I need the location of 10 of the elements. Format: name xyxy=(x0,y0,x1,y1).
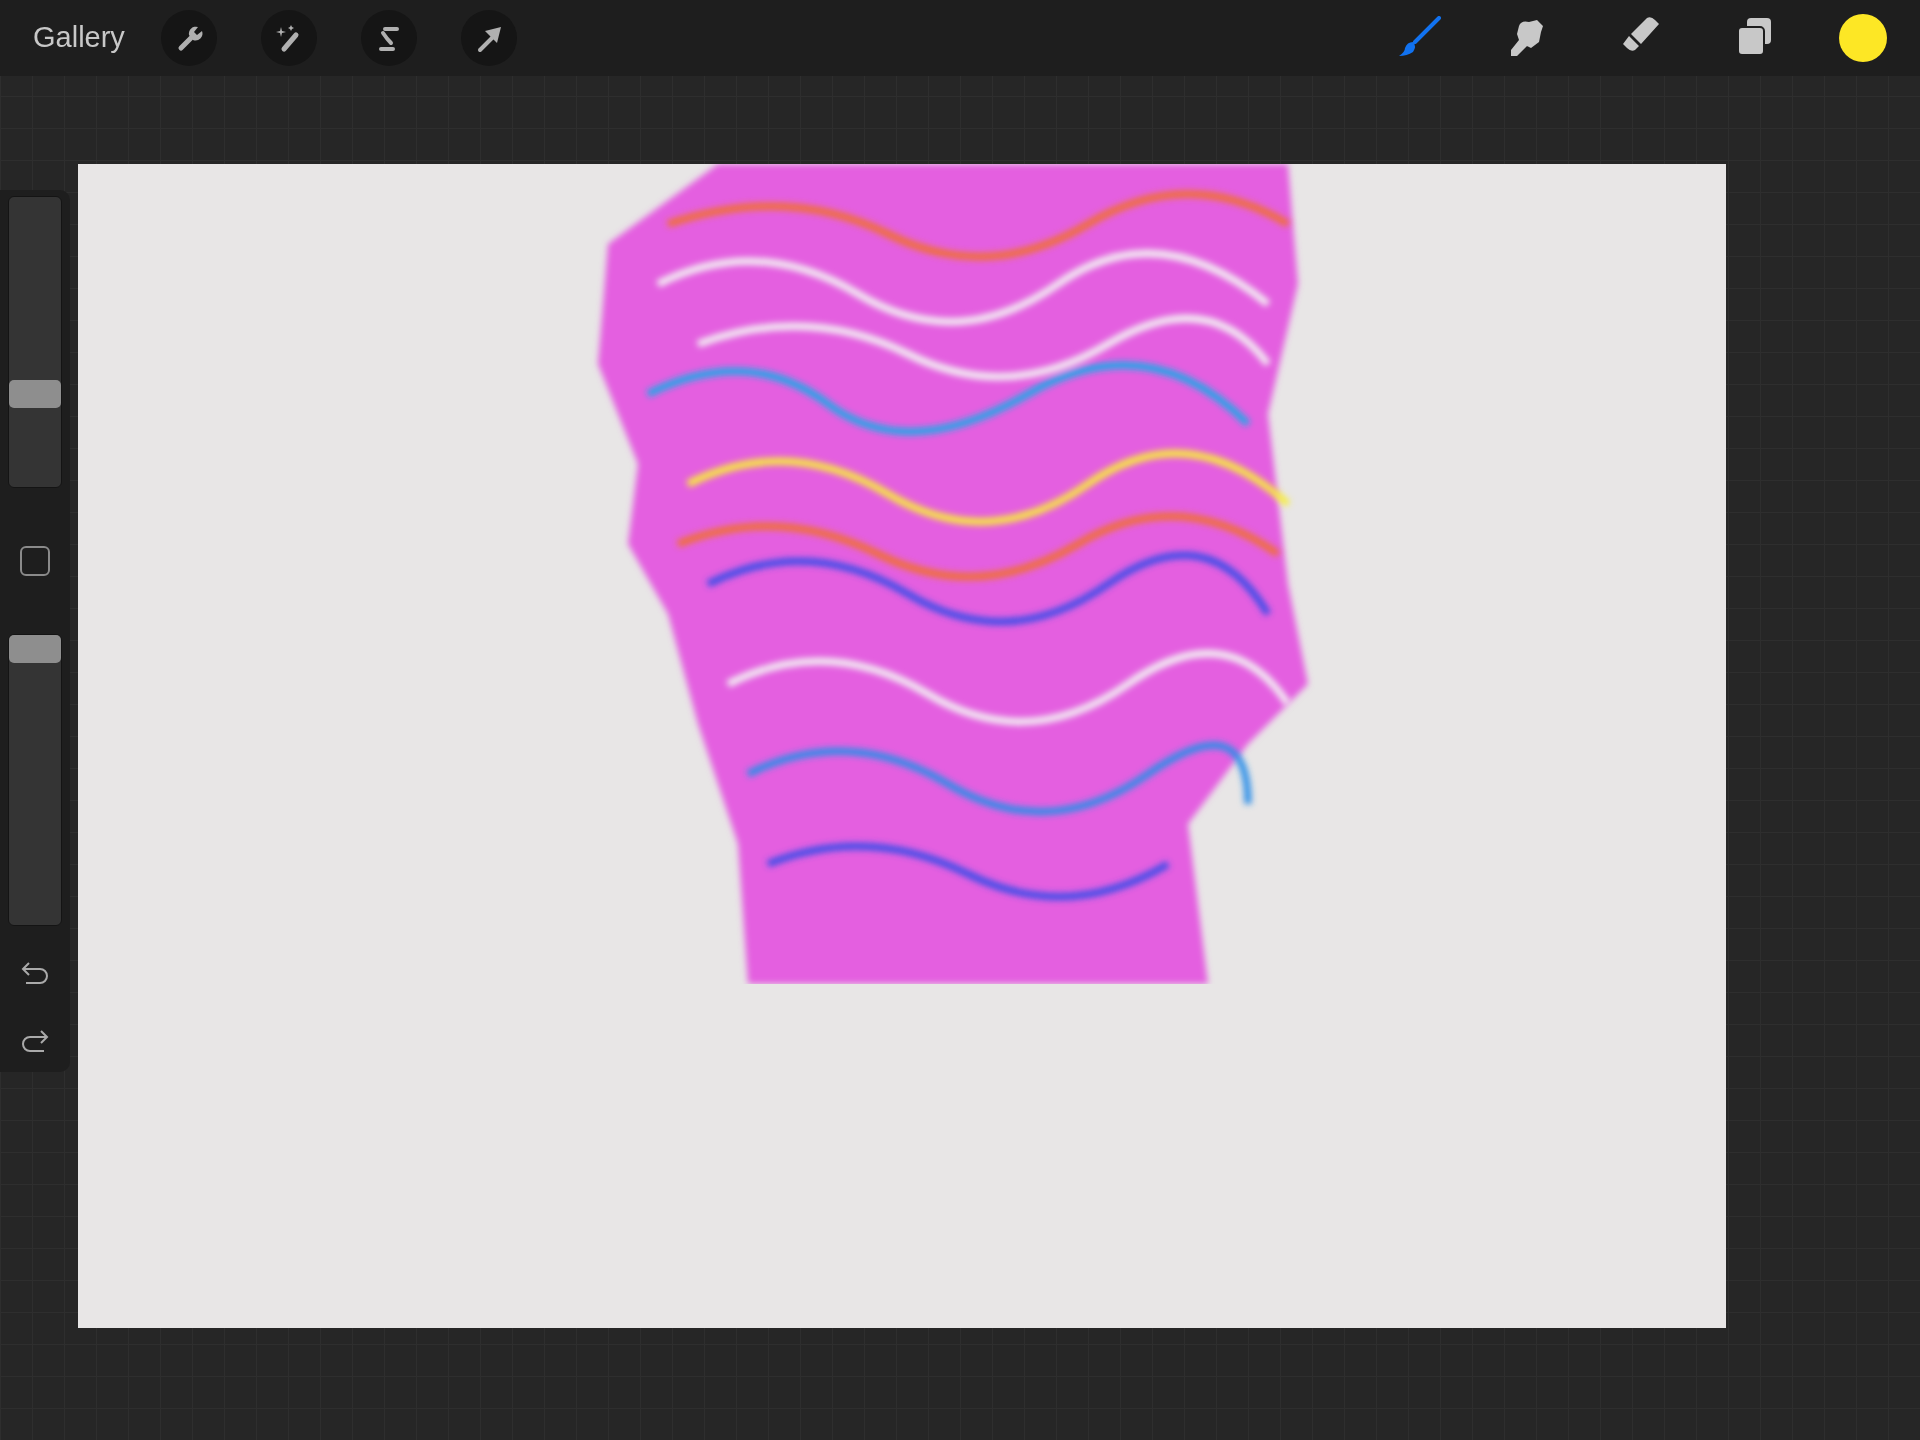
redo-icon[interactable] xyxy=(20,1028,50,1054)
slider-track[interactable] xyxy=(8,196,62,488)
undo-icon[interactable] xyxy=(20,960,50,986)
slider-track[interactable] xyxy=(8,634,62,926)
gallery-button[interactable]: Gallery xyxy=(33,16,125,60)
slider-thumb[interactable] xyxy=(9,380,61,409)
drawing-canvas[interactable] xyxy=(78,164,1726,1328)
modify-button[interactable] xyxy=(20,546,50,576)
slider-thumb[interactable] xyxy=(9,635,61,663)
color-swatch[interactable] xyxy=(1839,14,1887,62)
